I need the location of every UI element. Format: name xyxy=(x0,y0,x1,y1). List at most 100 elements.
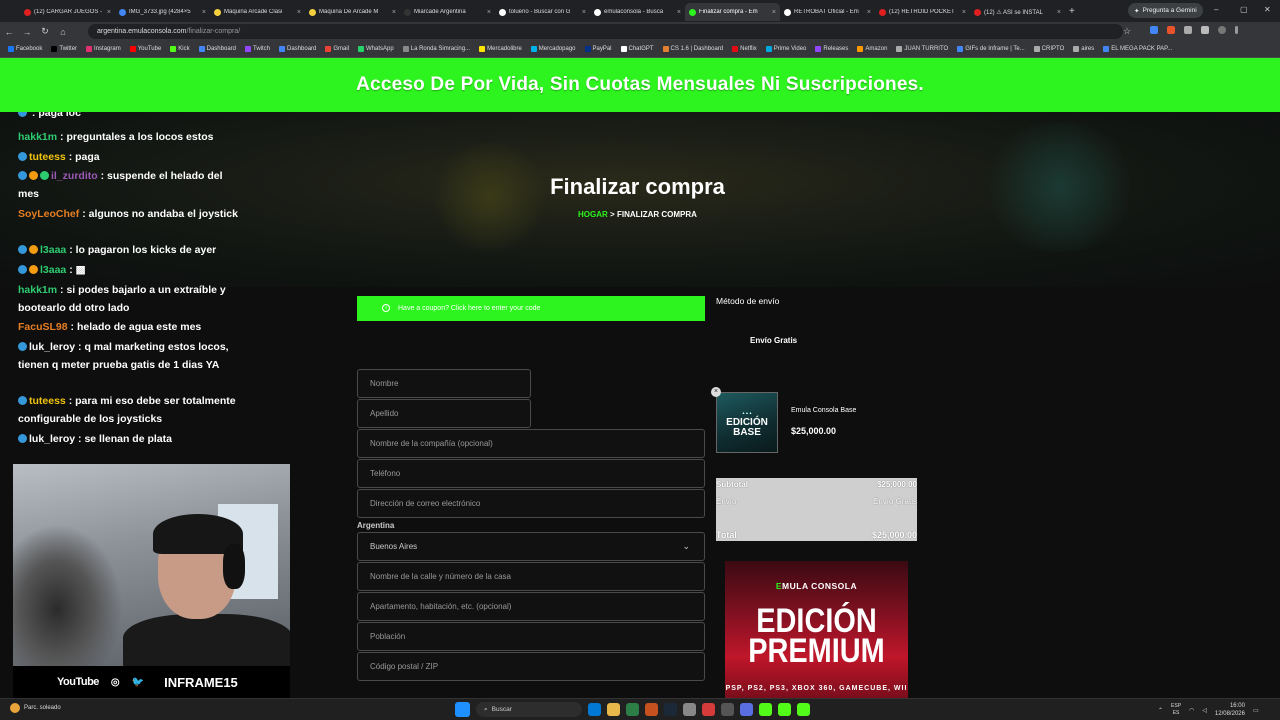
browser-tab[interactable]: (12) ⚠ ASI se INSTAL × xyxy=(970,3,1065,21)
browser-tab[interactable]: (12) RETROID POCKET × xyxy=(875,3,970,21)
taskbar-app-icon[interactable] xyxy=(588,703,601,716)
extension-icon[interactable] xyxy=(1150,26,1158,34)
bookmark-item[interactable]: JUAN TURRITO xyxy=(896,46,948,52)
company-field[interactable]: Nombre de la compañía (opcional) xyxy=(357,429,705,458)
bookmark-item[interactable]: ChatGPT xyxy=(620,46,654,52)
windows-start-icon[interactable] xyxy=(455,702,470,717)
close-window-button[interactable]: ✕ xyxy=(1264,5,1271,14)
taskbar-app-icon[interactable] xyxy=(683,703,696,716)
language-indicator[interactable]: ESP ES xyxy=(1171,703,1181,717)
close-tab-icon[interactable]: × xyxy=(392,9,396,16)
bookmark-item[interactable]: Kick xyxy=(170,46,190,52)
taskbar-app-icon[interactable] xyxy=(759,703,772,716)
bookmark-item[interactable]: YouTube xyxy=(129,46,161,52)
close-tab-icon[interactable]: × xyxy=(1057,9,1061,16)
close-tab-icon[interactable]: × xyxy=(487,9,491,16)
close-tab-icon[interactable]: × xyxy=(677,9,681,16)
bookmark-star-icon[interactable]: ☆ xyxy=(1118,26,1136,37)
new-tab-button[interactable]: + xyxy=(1069,6,1075,17)
bookmark-item[interactable]: Releases xyxy=(815,46,848,52)
tray-chevron-icon[interactable]: ⌃ xyxy=(1158,707,1163,714)
url-input[interactable]: argentina.emulaconsola.com/finalizar-com… xyxy=(88,24,1123,39)
gemini-button[interactable]: ✦ Pregunta a Gemini xyxy=(1128,3,1203,18)
taskbar-app-icon[interactable] xyxy=(740,703,753,716)
browser-tab[interactable]: (12) CARGAR JUEGOS - × xyxy=(20,3,115,21)
shipping-option[interactable]: Envío Gratis xyxy=(750,336,797,345)
taskbar-app-icon[interactable] xyxy=(721,703,734,716)
province-select[interactable]: Buenos Aires ⌄ xyxy=(357,532,705,561)
minimize-button[interactable]: – xyxy=(1214,5,1218,14)
bookmark-item[interactable]: Amazon xyxy=(857,46,887,52)
coupon-notice[interactable]: i Have a coupon? Click here to enter you… xyxy=(357,296,705,321)
browser-tab[interactable]: tolueno - Buscar con G × xyxy=(495,3,590,21)
taskbar-app-icon[interactable] xyxy=(664,703,677,716)
premium-edition-banner[interactable]: EMULA CONSOLA EDICIÓN PREMIUM PSP, PS2, P… xyxy=(725,561,908,698)
browser-tab[interactable]: emulaconsola - Busca × xyxy=(590,3,685,21)
close-tab-icon[interactable]: × xyxy=(867,9,871,16)
bookmark-item[interactable]: Mercadolibre xyxy=(479,46,522,52)
browser-tab[interactable]: Máquina De Arcade M × xyxy=(305,3,400,21)
profile-avatar[interactable] xyxy=(1218,26,1226,34)
taskbar-app-icon[interactable] xyxy=(626,703,639,716)
bookmark-item[interactable]: Twitter xyxy=(51,46,77,52)
bookmark-item[interactable]: CRIPTO xyxy=(1033,46,1064,52)
apellido-field[interactable]: Apellido xyxy=(357,399,531,428)
city-field[interactable]: Población xyxy=(357,622,705,651)
browser-tab[interactable]: IMG_3733.jpg (4284×5 × xyxy=(115,3,210,21)
bookmark-item[interactable]: aires xyxy=(1073,46,1094,52)
back-icon[interactable]: ← xyxy=(0,27,18,37)
close-tab-icon[interactable]: × xyxy=(297,9,301,16)
bookmark-item[interactable]: Instagram xyxy=(86,46,121,52)
close-tab-icon[interactable]: × xyxy=(962,9,966,16)
taskbar-app-icon[interactable] xyxy=(607,703,620,716)
taskbar-app-icon[interactable] xyxy=(645,703,658,716)
weather-widget[interactable]: Parc. soleado xyxy=(10,703,61,713)
bookmark-item[interactable]: Twitch xyxy=(245,46,270,52)
wifi-icon[interactable]: ◠ xyxy=(1189,707,1194,714)
street-field[interactable]: Nombre de la calle y número de la casa xyxy=(357,562,705,591)
taskbar-app-icon[interactable] xyxy=(797,703,810,716)
bookmark-item[interactable]: Gmail xyxy=(325,46,349,52)
bookmark-item[interactable]: Dashboard xyxy=(198,46,236,52)
browser-tab[interactable]: Miarcade Argentina × xyxy=(400,3,495,21)
bookmark-item[interactable]: PayPal xyxy=(584,46,612,52)
volume-icon[interactable]: ◁ xyxy=(1202,707,1207,714)
close-tab-icon[interactable]: × xyxy=(202,9,206,16)
bookmark-item[interactable]: Mercadopago xyxy=(530,46,576,52)
taskbar-app-icon[interactable] xyxy=(702,703,715,716)
close-tab-icon[interactable]: × xyxy=(582,9,586,16)
home-icon[interactable]: ⌂ xyxy=(54,27,72,37)
browser-tab[interactable]: RETROBAT Oficial - Em × xyxy=(780,3,875,21)
apartment-field[interactable]: Apartamento, habitación, etc. (opcional) xyxy=(357,592,705,621)
taskbar-app-icon[interactable] xyxy=(778,703,791,716)
puzzle-icon[interactable] xyxy=(1201,26,1209,34)
bookmark-item[interactable]: EL MEGA PACK PAP... xyxy=(1103,46,1172,52)
coupon-link[interactable]: Have a coupon? Click here to enter your … xyxy=(398,305,540,312)
nombre-field[interactable]: Nombre xyxy=(357,369,531,398)
notification-icon[interactable]: ▭ xyxy=(1253,707,1259,714)
maximize-button[interactable]: ▢ xyxy=(1240,5,1248,14)
bookmark-item[interactable]: Facebook xyxy=(8,46,42,52)
bookmark-item[interactable]: La Ronda Simracing... xyxy=(402,46,470,52)
bookmark-item[interactable]: GIFs de Inframe | Te... xyxy=(957,46,1025,52)
menu-kebab-icon[interactable] xyxy=(1235,26,1238,34)
close-tab-icon[interactable]: × xyxy=(107,9,111,16)
forward-icon[interactable]: → xyxy=(18,27,36,37)
breadcrumb-home-link[interactable]: HOGAR xyxy=(578,210,608,219)
close-tab-icon[interactable]: × xyxy=(772,9,776,16)
bookmark-item[interactable]: Netflix xyxy=(732,46,757,52)
extension-icon[interactable] xyxy=(1167,26,1175,34)
clock[interactable]: 16:00 12/08/2026 xyxy=(1215,702,1245,718)
bookmark-item[interactable]: Prime Video xyxy=(765,46,806,52)
bookmark-item[interactable]: Dashboard xyxy=(279,46,316,52)
extension-icon[interactable] xyxy=(1184,26,1192,34)
browser-tab[interactable]: Maquina Arcade Clasi × xyxy=(210,3,305,21)
browser-tab[interactable]: Finalizar compra - Em × xyxy=(685,3,780,21)
phone-field[interactable]: Teléfono xyxy=(357,459,705,488)
bookmark-item[interactable]: CS 1.6 | Dashboard xyxy=(662,46,723,52)
email-field[interactable]: Dirección de correo electrónico xyxy=(357,489,705,518)
remove-item-icon[interactable]: × xyxy=(711,387,721,397)
bookmark-item[interactable]: WhatsApp xyxy=(358,46,394,52)
taskbar-search[interactable]: ⌕ Buscar xyxy=(476,702,582,717)
postal-code-field[interactable]: Código postal / ZIP xyxy=(357,652,705,681)
